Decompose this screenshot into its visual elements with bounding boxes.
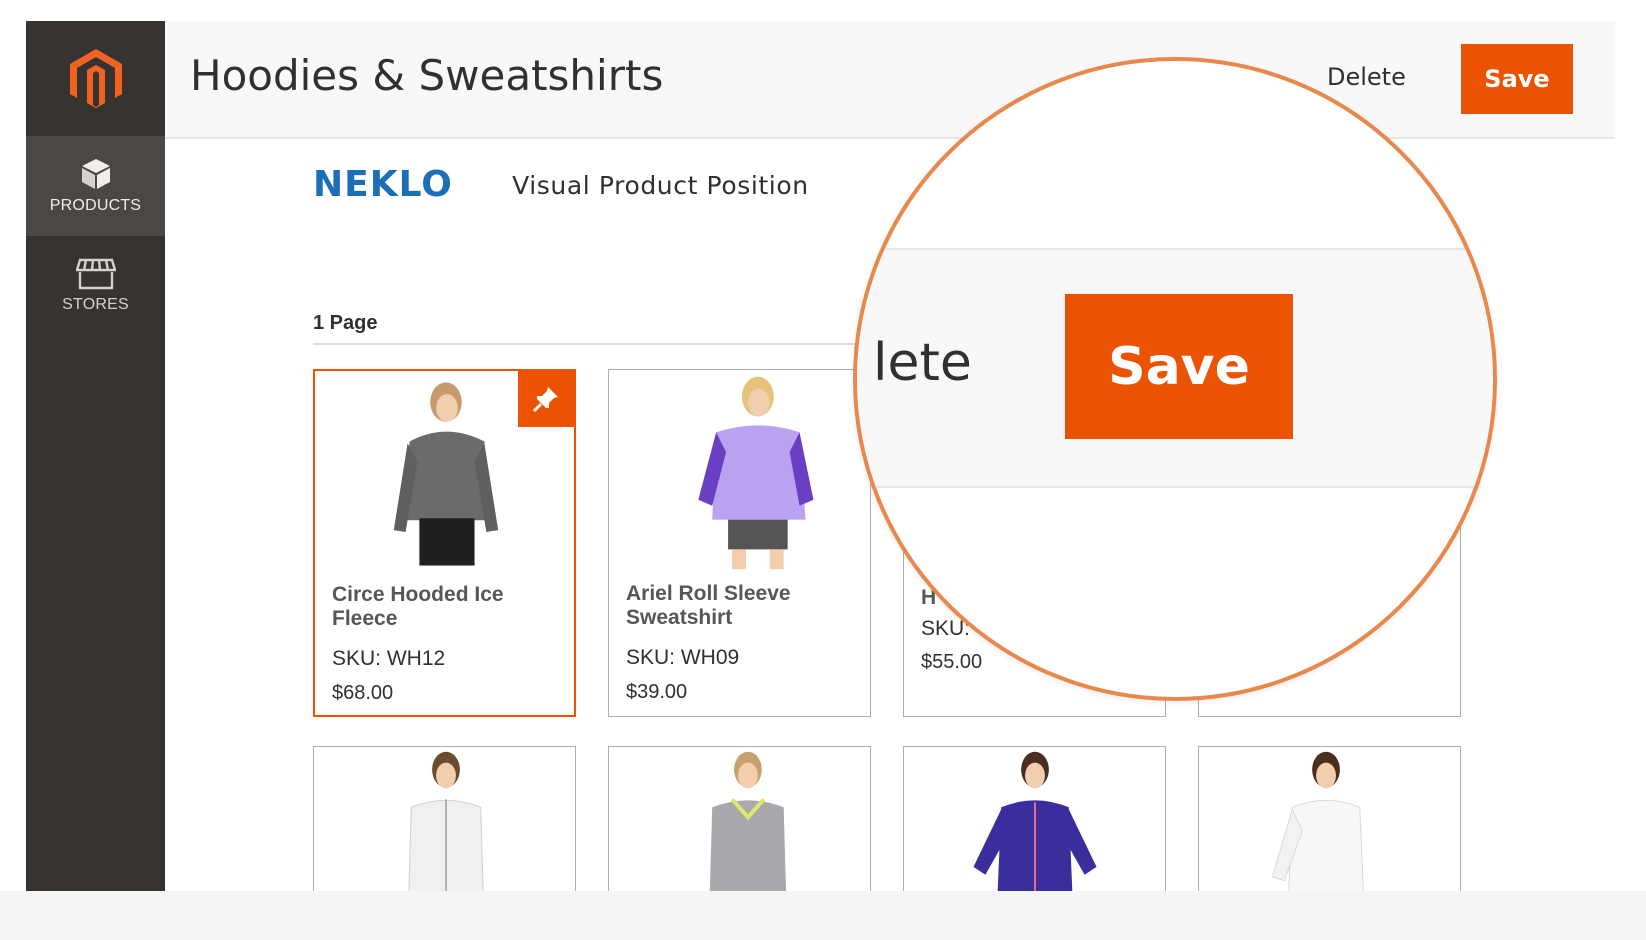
- pin-button[interactable]: [518, 371, 574, 427]
- pin-icon: [532, 387, 558, 413]
- neklo-logo: NEKLO: [313, 164, 493, 205]
- module-title: Visual Product Position: [512, 170, 809, 200]
- product-card[interactable]: [903, 746, 1166, 896]
- product-name: Ariel Roll Sleeve Sweatshirt: [626, 582, 791, 629]
- zoomed-save-button[interactable]: Save: [1065, 294, 1293, 439]
- magento-logo-icon: [69, 48, 122, 108]
- page-group-heading: 1 Page: [313, 312, 378, 334]
- page-footer-strip: [0, 891, 1646, 940]
- product-card[interactable]: Circe Hooded Ice Fleece SKU: WH12 $68.00: [313, 369, 576, 717]
- app-window: PRODUCTS STORES Hoodies & Sweatshirts De…: [0, 0, 1646, 940]
- sidebar-item-stores[interactable]: STORES: [26, 236, 165, 336]
- product-price: $68.00: [332, 682, 394, 704]
- magento-logo[interactable]: [26, 21, 165, 136]
- page-title: Hoodies & Sweatshirts: [190, 51, 664, 100]
- page-header: Hoodies & Sweatshirts Delete Save: [165, 21, 1615, 139]
- product-card[interactable]: Ariel Roll Sleeve Sweatshirt SKU: WH09 $…: [608, 369, 871, 717]
- product-image: [709, 751, 787, 896]
- product-card[interactable]: [1198, 746, 1461, 896]
- svg-text:NEKLO: NEKLO: [313, 166, 453, 200]
- module-heading: NEKLO Visual Product Position: [313, 164, 809, 206]
- storefront-icon: [75, 258, 116, 290]
- sidebar-item-label: STORES: [62, 296, 129, 313]
- product-sku: SKU: WH12: [332, 647, 446, 670]
- product-sku: SKU: WH09: [626, 646, 740, 669]
- sidebar-item-products[interactable]: PRODUCTS: [26, 136, 165, 236]
- product-image: [1271, 751, 1365, 896]
- delete-button[interactable]: Delete: [1327, 63, 1406, 91]
- save-button[interactable]: Save: [1461, 44, 1573, 114]
- sidebar-item-label: PRODUCTS: [49, 197, 142, 214]
- product-price: $55.00: [921, 651, 983, 673]
- zoomed-delete-label: lete: [873, 333, 972, 393]
- admin-sidebar: PRODUCTS STORES: [26, 21, 165, 891]
- product-card[interactable]: [608, 746, 871, 896]
- product-name: Circe Hooded Ice Fleece: [332, 583, 504, 630]
- product-image: [408, 751, 484, 896]
- box-icon: [80, 157, 112, 191]
- product-price: $39.00: [626, 681, 688, 703]
- product-card[interactable]: [313, 746, 576, 896]
- product-image: [973, 751, 1097, 896]
- zoom-callout: lete Save: [853, 57, 1497, 701]
- product-image: [698, 376, 814, 570]
